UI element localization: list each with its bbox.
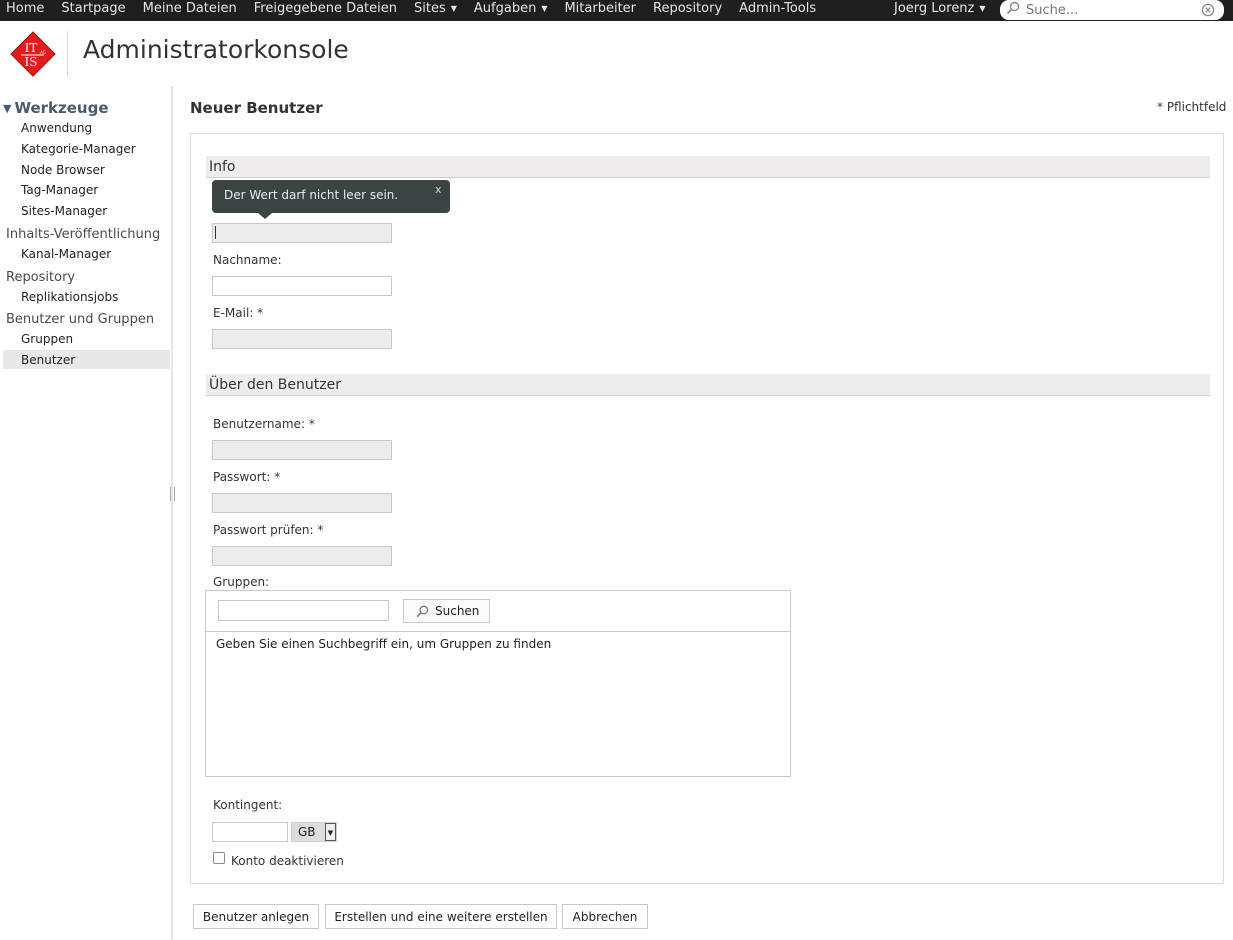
global-search [1000,0,1224,20]
groups-search-button[interactable]: Suchen [403,599,490,623]
validation-tooltip: Der Wert darf nicht leer sein. x [212,180,450,219]
groups-empty-hint: Geben Sie einen Suchbegriff ein, um Grup… [216,637,552,651]
header-divider [67,31,68,77]
search-icon [416,605,429,618]
quota-unit-value: GB [298,825,316,839]
groups-search-input[interactable] [218,600,389,621]
quota-input[interactable] [212,822,288,842]
quota-label: Kontingent: [213,798,283,812]
sidebar-item-replication-jobs[interactable]: Replikationsjobs [21,290,118,304]
password-confirm-input[interactable] [212,546,392,566]
sidebar-resize-handle[interactable] [170,487,175,501]
page-header: IT IS AG Administratorkonsole [0,21,1233,85]
nav-sites[interactable]: Sites ▼ [408,0,457,21]
global-search-input[interactable] [1026,2,1196,18]
section-info: Info [206,156,1210,178]
sidebar-item-tag-manager[interactable]: Tag-Manager [21,183,98,197]
sidebar-group-users-groups: Benutzer und Gruppen [6,312,155,327]
page-title: Neuer Benutzer [190,99,323,117]
sidebar-item-application[interactable]: Anwendung [21,121,92,135]
chevron-down-icon: ▼ [450,4,457,13]
section-about-user: Über den Benutzer [206,374,1210,396]
page-title-admin-console: Administratorkonsole [83,35,349,64]
disable-account-checkbox[interactable] [213,852,225,864]
nav-people[interactable]: Mitarbeiter [558,0,636,21]
search-icon [1006,1,1020,15]
password-confirm-label: Passwort prüfen: * [213,523,324,537]
sidebar-item-users[interactable]: Benutzer [21,353,75,367]
sidebar-border [171,86,173,940]
top-nav: Home Startpage Meine Dateien Freigegeben… [0,0,827,21]
lastname-label: Nachname: [213,253,282,267]
company-logo[interactable]: IT IS AG [10,31,56,77]
required-field-note: * Pflichtfeld [1157,100,1227,114]
chevron-down-icon: ▼ [541,4,548,13]
sidebar-head-tools[interactable]: ▼ Werkzeuge [3,99,109,117]
password-input[interactable] [212,493,392,513]
firstname-input[interactable] [212,223,392,243]
cancel-button[interactable]: Abbrechen [562,904,648,929]
create-user-button[interactable]: Benutzer anlegen [193,904,319,929]
groups-search-bar: Suchen [206,591,790,632]
logo-text-ag: AG [40,50,46,55]
nav-home[interactable]: Home [0,0,44,21]
sidebar: ▼ Werkzeuge Anwendung Kategorie-Manager N… [0,86,171,940]
nav-shared-files[interactable]: Freigegebene Dateien [248,0,397,21]
tooltip-message: Der Wert darf nicht leer sein. [224,188,399,202]
groups-label: Gruppen: [213,575,270,589]
quota-unit-select[interactable]: GB ▼ [291,822,337,842]
logo-text-it: IT [25,41,38,55]
sidebar-group-repository: Repository [6,270,76,285]
nav-my-files[interactable]: Meine Dateien [137,0,237,21]
sidebar-item-channel-manager[interactable]: Kanal-Manager [21,247,111,261]
email-input[interactable] [212,329,392,349]
create-another-button[interactable]: Erstellen und eine weitere erstellen [325,904,557,929]
clear-icon[interactable] [1201,3,1215,17]
chevron-down-icon: ▼ [979,4,986,13]
sidebar-item-sites-manager[interactable]: Sites-Manager [21,204,107,218]
nav-admin-tools[interactable]: Admin-Tools [733,0,816,21]
disable-account-label[interactable]: Konto deaktivieren [231,854,344,868]
sidebar-item-category-manager[interactable]: Kategorie-Manager [21,142,136,156]
nav-startpage[interactable]: Startpage [55,0,125,21]
username-label: Benutzername: * [213,417,315,431]
password-label: Passwort: * [213,470,281,484]
username-input[interactable] [212,440,392,460]
tooltip-arrow [258,213,272,219]
sidebar-item-groups[interactable]: Gruppen [21,332,73,346]
user-menu[interactable]: Joerg Lorenz ▼ [894,0,986,21]
lastname-input[interactable] [212,276,392,296]
top-nav-bar: Home Startpage Meine Dateien Freigegeben… [0,0,1233,21]
nav-repository[interactable]: Repository [647,0,722,21]
nav-tasks[interactable]: Aufgaben ▼ [468,0,548,21]
logo-text-is: IS [25,55,38,69]
email-label: E-Mail: * [213,306,264,320]
sidebar-group-publishing: Inhalts-Veröffentlichung [6,227,161,242]
chevron-down-icon: ▼ [325,823,336,841]
groups-picker: Suchen Geben Sie einen Suchbegriff ein, … [205,590,791,777]
groups-search-button-label: Suchen [435,604,480,618]
sidebar-item-node-browser[interactable]: Node Browser [21,163,105,177]
triangle-down-icon: ▼ [3,102,12,115]
text-cursor [215,226,216,239]
close-icon[interactable]: x [435,183,442,196]
